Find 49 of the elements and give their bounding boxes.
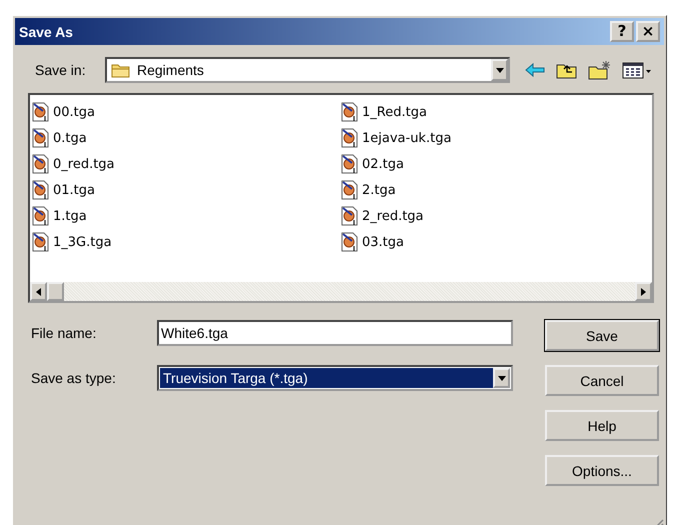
file-item[interactable]: 0.tga <box>32 125 341 151</box>
save-in-value: Regiments <box>137 62 205 78</box>
cancel-button[interactable]: Cancel <box>545 365 659 396</box>
file-item[interactable]: 0_red.tga <box>32 151 341 177</box>
save-in-label: Save in: <box>35 62 87 78</box>
window-title: Save As <box>19 24 73 40</box>
save-as-type-dropdown[interactable]: Truevision Targa (*.tga) <box>157 365 513 391</box>
save-as-type-label: Save as type: <box>31 370 117 386</box>
file-item[interactable]: 1_Red.tga <box>341 99 650 125</box>
image-file-icon <box>32 128 50 148</box>
file-item[interactable]: 2.tga <box>341 177 650 203</box>
close-button[interactable]: × <box>636 21 660 42</box>
file-item[interactable]: 1.tga <box>32 203 341 229</box>
help-button[interactable]: ? <box>610 21 634 42</box>
image-file-icon <box>32 154 50 174</box>
back-arrow-icon[interactable] <box>524 61 546 79</box>
save-button[interactable]: Save <box>545 320 659 351</box>
file-item[interactable]: 1_3G.tga <box>32 229 341 255</box>
save-in-dropdown[interactable]: Regiments <box>105 57 510 83</box>
image-file-icon <box>341 180 359 200</box>
file-item[interactable]: 03.tga <box>341 229 650 255</box>
file-item[interactable]: 02.tga <box>341 151 650 177</box>
image-file-icon <box>341 128 359 148</box>
file-item[interactable]: 00.tga <box>32 99 341 125</box>
file-name-label: File name: <box>31 325 98 341</box>
new-folder-icon[interactable] <box>588 60 612 80</box>
options-button[interactable]: Options... <box>545 455 659 486</box>
view-menu-icon[interactable] <box>622 61 652 79</box>
folder-icon <box>111 62 131 78</box>
file-item[interactable]: 1ejava-uk.tga <box>341 125 650 151</box>
scrollbar-thumb[interactable] <box>47 282 64 301</box>
image-file-icon <box>32 102 50 122</box>
file-item[interactable]: 01.tga <box>32 177 341 203</box>
image-file-icon <box>32 206 50 226</box>
image-file-icon <box>341 154 359 174</box>
scroll-left-button[interactable] <box>30 282 47 301</box>
help-button[interactable]: Help <box>545 410 659 441</box>
file-item[interactable]: 2_red.tga <box>341 203 650 229</box>
save-as-type-value: Truevision Targa (*.tga) <box>160 368 493 388</box>
horizontal-scrollbar[interactable] <box>30 282 652 301</box>
image-file-icon <box>32 232 50 252</box>
right-arrow-icon <box>641 288 646 296</box>
scroll-right-button[interactable] <box>635 282 652 301</box>
image-file-icon <box>341 102 359 122</box>
left-arrow-icon <box>36 288 41 296</box>
image-file-icon <box>341 232 359 252</box>
file-name-field[interactable]: White6.tga <box>157 320 513 346</box>
image-file-icon <box>32 180 50 200</box>
image-file-icon <box>341 206 359 226</box>
